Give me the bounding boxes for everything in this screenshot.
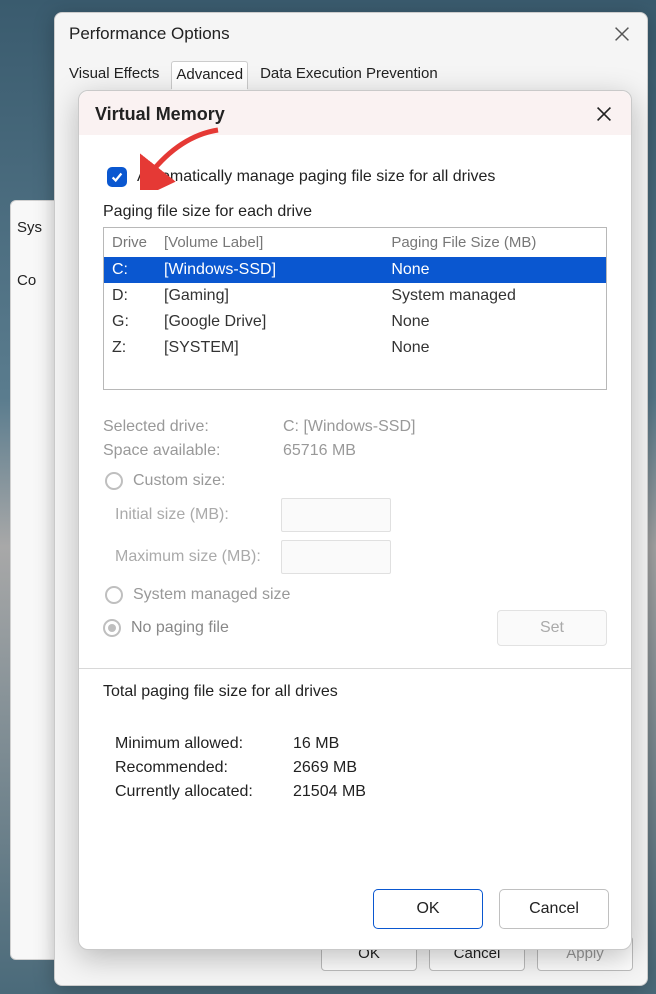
selected-drive-label: Selected drive: — [103, 418, 283, 436]
totals: Minimum allowed: 16 MB Recommended: 2669… — [103, 729, 607, 807]
radio-sysman-label: System managed size — [133, 586, 290, 604]
maximum-size-input[interactable] — [281, 540, 391, 574]
drive-row[interactable]: Z: [SYSTEM] None — [104, 335, 606, 361]
header-drive: Drive — [112, 234, 164, 251]
drive-volume: [Windows-SSD] — [164, 261, 391, 279]
header-size: Paging File Size (MB) — [391, 234, 598, 251]
drive-volume: [Gaming] — [164, 287, 391, 305]
selected-drive-details: Selected drive: C: [Windows-SSD] Space a… — [103, 412, 607, 646]
recommended-value: 2669 MB — [293, 759, 607, 777]
perf-titlebar: Performance Options — [55, 13, 647, 53]
totals-section-label: Total paging file size for all drives — [103, 683, 607, 701]
drive-volume: [Google Drive] — [164, 313, 391, 331]
radio-no-paging[interactable]: No paging file — [103, 619, 229, 637]
min-allowed-label: Minimum allowed: — [103, 735, 293, 753]
drive-table: Drive [Volume Label] Paging File Size (M… — [103, 227, 607, 390]
initial-size-input[interactable] — [281, 498, 391, 532]
checkbox-checked-icon[interactable] — [107, 167, 127, 187]
background-window-fragment: Sys Co — [10, 200, 60, 960]
drive-letter: G: — [112, 313, 164, 331]
tab-dep[interactable]: Data Execution Prevention — [256, 61, 442, 89]
custom-size-inputs: Initial size (MB): Maximum size (MB): — [115, 498, 607, 574]
vm-ok-button[interactable]: OK — [373, 889, 483, 929]
tab-advanced[interactable]: Advanced — [171, 61, 248, 89]
tab-visual-effects[interactable]: Visual Effects — [65, 61, 163, 89]
virtual-memory-window: Virtual Memory Automatically manage pagi… — [78, 90, 632, 950]
radio-system-managed[interactable]: System managed size — [105, 586, 607, 604]
auto-manage-row[interactable]: Automatically manage paging file size fo… — [107, 167, 607, 187]
separator — [79, 668, 631, 669]
drive-row[interactable]: C: [Windows-SSD] None — [104, 257, 606, 283]
background-label-con: Co — [17, 244, 53, 289]
perf-title: Performance Options — [69, 24, 611, 44]
vm-button-row: OK Cancel — [79, 879, 631, 949]
drive-table-header: Drive [Volume Label] Paging File Size (M… — [104, 228, 606, 257]
allocated-label: Currently allocated: — [103, 783, 293, 801]
vm-body: Automatically manage paging file size fo… — [79, 135, 631, 879]
space-available-label: Space available: — [103, 442, 283, 460]
auto-manage-label: Automatically manage paging file size fo… — [137, 168, 495, 186]
drive-letter: D: — [112, 287, 164, 305]
min-allowed-value: 16 MB — [293, 735, 607, 753]
selected-drive-value: C: [Windows-SSD] — [283, 418, 607, 436]
vm-title: Virtual Memory — [95, 104, 593, 125]
close-icon[interactable] — [611, 23, 633, 45]
drive-volume: [SYSTEM] — [164, 339, 391, 357]
initial-size-label: Initial size (MB): — [115, 506, 281, 524]
drive-size: None — [391, 313, 598, 331]
drive-row[interactable]: D: [Gaming] System managed — [104, 283, 606, 309]
recommended-label: Recommended: — [103, 759, 293, 777]
paging-section-label: Paging file size for each drive — [103, 203, 607, 221]
header-volume: [Volume Label] — [164, 234, 391, 251]
background-label-sys: Sys — [17, 211, 53, 244]
radio-nopage-label: No paging file — [131, 619, 229, 637]
vm-cancel-button[interactable]: Cancel — [499, 889, 609, 929]
space-available-value: 65716 MB — [283, 442, 607, 460]
drive-table-padding — [104, 361, 606, 389]
radio-icon — [105, 586, 123, 604]
set-button[interactable]: Set — [497, 610, 607, 646]
drive-size: None — [391, 339, 598, 357]
radio-icon — [103, 619, 121, 637]
close-icon[interactable] — [593, 103, 615, 125]
radio-custom-size[interactable]: Custom size: — [105, 472, 607, 490]
drive-size: None — [391, 261, 598, 279]
allocated-value: 21504 MB — [293, 783, 607, 801]
perf-tabs: Visual Effects Advanced Data Execution P… — [55, 53, 647, 89]
vm-titlebar: Virtual Memory — [79, 91, 631, 135]
maximum-size-label: Maximum size (MB): — [115, 548, 281, 566]
drive-letter: C: — [112, 261, 164, 279]
drive-size: System managed — [391, 287, 598, 305]
drive-letter: Z: — [112, 339, 164, 357]
radio-custom-label: Custom size: — [133, 472, 225, 490]
drive-row[interactable]: G: [Google Drive] None — [104, 309, 606, 335]
radio-icon — [105, 472, 123, 490]
